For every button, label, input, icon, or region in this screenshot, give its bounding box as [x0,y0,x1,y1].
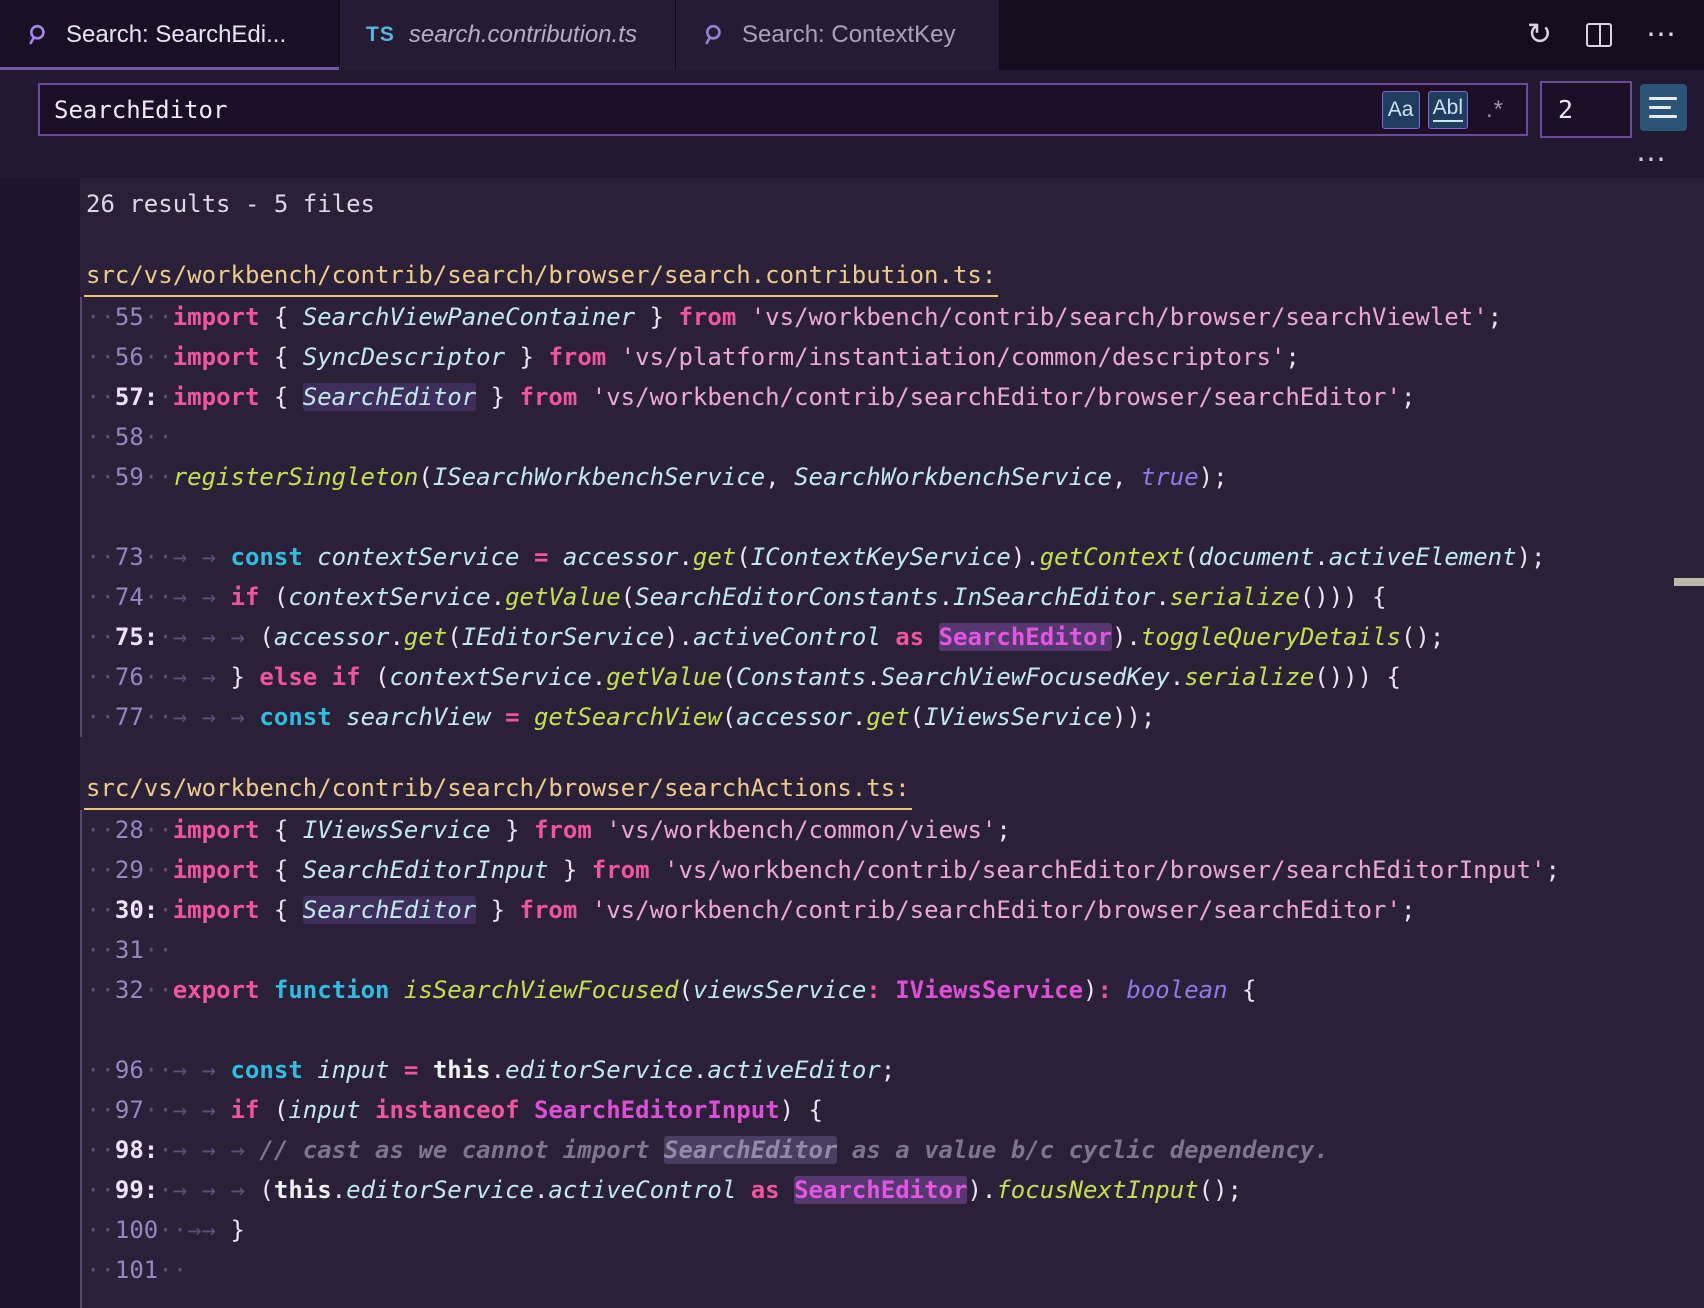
result-line[interactable]: ··28··import { IViewsService } from 'vs/… [86,810,1704,850]
tab-search-contextkey[interactable]: Search: ContextKey [676,0,1000,70]
result-line[interactable]: ··97··→ → if (input instanceof SearchEdi… [86,1090,1704,1130]
line-number: 58 [115,423,144,451]
result-line[interactable]: ··55··import { SearchViewPaneContainer }… [86,297,1704,337]
line-number: 30: [115,896,158,924]
tab-label: Search: ContextKey [742,21,955,49]
result-line[interactable]: ··57:·import { SearchEditor } from 'vs/w… [86,377,1704,417]
results-list: 26 results - 5 files src/vs/workbench/co… [0,178,1704,1308]
result-line[interactable]: ··76··→ → } else if (contextService.getV… [86,657,1704,697]
whole-word-toggle[interactable]: Abl [1428,91,1468,129]
result-line[interactable]: ··58·· [86,417,1704,457]
file-path-header[interactable]: src/vs/workbench/contrib/search/browser/… [84,769,912,810]
separator-line[interactable] [86,497,1704,537]
tab-search-contribution-ts[interactable]: TS search.contribution.ts [340,0,676,70]
line-number: 74 [115,583,144,611]
tab-label: search.contribution.ts [409,21,637,49]
file-path-header[interactable]: src/vs/workbench/contrib/search/browser/… [84,256,998,297]
file-result-section: src/vs/workbench/contrib/search/browser/… [86,256,1704,737]
line-number: 32 [115,976,144,1004]
result-line[interactable]: ··99:·→ → → (this.editorService.activeCo… [86,1170,1704,1210]
code-block: ··55··import { SearchViewPaneContainer }… [80,297,1704,737]
result-line[interactable]: ··73··→ → const contextService = accesso… [86,537,1704,577]
line-number: 73 [115,543,144,571]
search-icon [702,22,728,48]
result-line[interactable]: ··74··→ → if (contextService.getValue(Se… [86,577,1704,617]
line-number: 29 [115,856,144,884]
line-number: 28 [115,816,144,844]
line-number: 99: [115,1176,158,1204]
result-line[interactable]: ··98:·→ → → // cast as we cannot import … [86,1130,1704,1170]
line-number: 101 [115,1256,158,1284]
tabbar-empty-space [1000,0,1499,70]
code-block: ··28··import { IViewsService } from 'vs/… [80,810,1704,1308]
match-case-toggle[interactable]: Aa [1382,91,1420,129]
line-number: 56 [115,343,144,371]
tab-search-searcheditor[interactable]: Search: SearchEdi... [0,0,340,70]
split-editor-icon[interactable] [1586,23,1612,47]
result-line[interactable]: ··56··import { SyncDescriptor } from 'vs… [86,337,1704,377]
search-icon [26,22,52,48]
result-line[interactable]: ··29··import { SearchEditorInput } from … [86,850,1704,890]
result-line[interactable]: ··59··registerSingleton(ISearchWorkbench… [86,457,1704,497]
regex-toggle[interactable]: .* [1476,91,1514,129]
line-number: 96 [115,1056,144,1084]
separator-line[interactable] [86,1010,1704,1050]
search-more-icon[interactable]: ⋯ [1636,142,1668,177]
result-line[interactable]: ··31·· [86,930,1704,970]
line-number: 76 [115,663,144,691]
results-editor[interactable]: 26 results - 5 files src/vs/workbench/co… [0,178,1704,1308]
result-line[interactable]: ··30:·import { SearchEditor } from 'vs/w… [86,890,1704,930]
result-line[interactable]: ··100··→→ } [86,1210,1704,1250]
tab-bar: Search: SearchEdi... TS search.contribut… [0,0,1704,70]
context-lines-input[interactable]: 2 [1540,81,1632,138]
search-input-box: Aa Abl .* [38,83,1528,136]
line-number: 77 [115,703,144,731]
tab-label: Search: SearchEdi... [66,21,286,49]
line-number: 57: [115,383,158,411]
line-number: 31 [115,936,144,964]
editor-actions: ↻ ⋯ [1499,0,1704,70]
search-input[interactable] [40,96,1382,124]
line-number: 98: [115,1136,158,1164]
results-summary: 26 results - 5 files [86,184,1704,224]
result-line[interactable]: ··75:·→ → → (accessor.get(IEditorService… [86,617,1704,657]
line-number: 97 [115,1096,144,1124]
line-number: 75: [115,623,158,651]
result-line[interactable]: ··32··export function isSearchViewFocuse… [86,970,1704,1010]
toggle-search-details-button[interactable] [1640,84,1687,131]
typescript-icon: TS [366,23,395,47]
refresh-icon[interactable]: ↻ [1527,20,1552,50]
search-editor-window: Search: SearchEdi... TS search.contribut… [0,0,1704,1308]
more-actions-icon[interactable]: ⋯ [1646,20,1676,50]
line-number: 59 [115,463,144,491]
search-toggles: Aa Abl .* [1382,91,1526,129]
result-line[interactable]: ··101·· [86,1250,1704,1290]
result-line[interactable]: ··96··→ → const input = this.editorServi… [86,1050,1704,1090]
result-line[interactable]: ··77··→ → → const searchView = getSearch… [86,697,1704,737]
line-number: 100 [115,1216,158,1244]
line-number: 55 [115,303,144,331]
file-result-section: src/vs/workbench/contrib/search/browser/… [86,769,1704,1308]
search-query-panel: Aa Abl .* 2 ⋯ [0,70,1704,178]
